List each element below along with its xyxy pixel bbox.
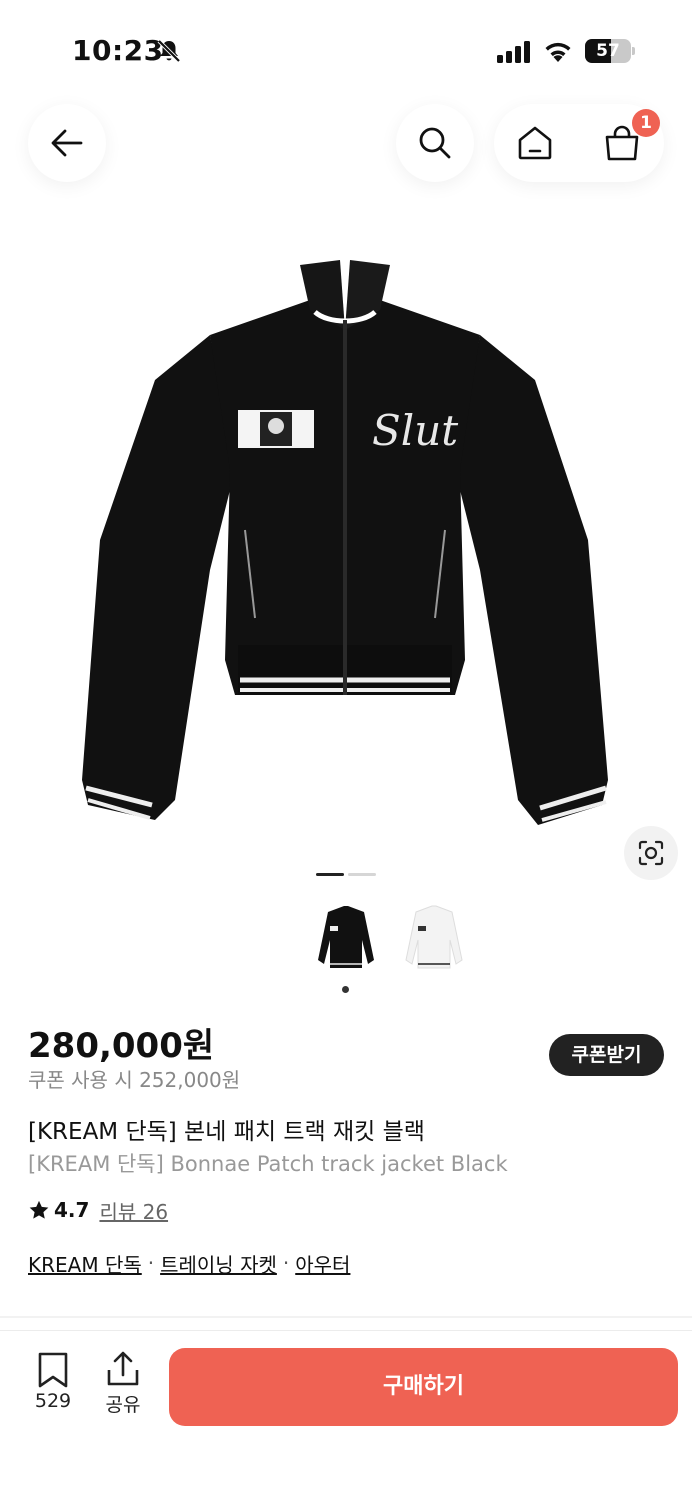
star-icon xyxy=(29,1200,49,1219)
divider xyxy=(0,1316,692,1318)
thumbnail-black[interactable] xyxy=(310,900,382,980)
battery-body: 57 xyxy=(585,39,631,63)
coupon-button[interactable]: 쿠폰받기 xyxy=(549,1034,664,1076)
rating-value: 4.7 xyxy=(54,1198,90,1222)
bookmark-icon[interactable] xyxy=(36,1352,70,1388)
page-indicator-active xyxy=(316,873,344,876)
search-icon xyxy=(419,127,451,159)
home-icon[interactable] xyxy=(516,124,554,162)
lens-button[interactable] xyxy=(624,826,678,880)
cart-count-badge: 1 xyxy=(632,109,660,137)
back-button[interactable] xyxy=(28,104,106,182)
signal-icon xyxy=(497,41,530,63)
category-separator: · xyxy=(147,1251,155,1275)
page-indicator-inactive xyxy=(348,873,376,876)
share-label: 공유 xyxy=(105,1394,141,1416)
product-image[interactable]: Slut xyxy=(60,240,630,850)
buy-button[interactable]: 구매하기 xyxy=(169,1348,678,1426)
search-button[interactable] xyxy=(396,104,474,182)
category-separator: · xyxy=(282,1251,290,1275)
cart-button[interactable]: 1 xyxy=(602,109,660,163)
rating-row: 4.7 리뷰 26 xyxy=(28,1196,168,1224)
product-price: 280,000원 xyxy=(28,1026,215,1066)
arrow-left-icon xyxy=(51,129,83,157)
product-title-en: [KREAM 단독] Bonnae Patch track jacket Bla… xyxy=(28,1152,508,1176)
bookmark-count: 529 xyxy=(34,1390,72,1412)
review-link[interactable]: 리뷰 26 xyxy=(99,1196,168,1225)
share-icon[interactable] xyxy=(104,1350,142,1388)
status-bar: 10:23 57 xyxy=(0,0,692,100)
battery-level: 57 xyxy=(596,41,620,61)
wifi-icon xyxy=(545,42,571,62)
category-outer[interactable]: 아우터 xyxy=(295,1249,350,1278)
patch-script-text: Slut xyxy=(372,406,458,455)
status-time: 10:23 xyxy=(72,34,164,67)
category-kream-exclusive[interactable]: KREAM 단독 xyxy=(28,1249,142,1278)
battery-icon: 57 xyxy=(585,39,635,63)
bell-slash-icon xyxy=(157,39,181,63)
thumbnail-white[interactable] xyxy=(398,900,470,980)
product-title-ko: [KREAM 단독] 본네 패치 트랙 재킷 블랙 xyxy=(28,1119,425,1145)
home-cart-group: 1 xyxy=(494,104,664,182)
coupon-price: 쿠폰 사용 시 252,000원 xyxy=(28,1068,241,1092)
battery-tip xyxy=(632,47,635,55)
thumbnail-selected-dot xyxy=(342,986,349,993)
category-training-jacket[interactable]: 트레이닝 자켓 xyxy=(160,1249,277,1278)
category-breadcrumb: KREAM 단독 · 트레이닝 자켓 · 아우터 xyxy=(28,1248,350,1278)
lens-scan-icon xyxy=(638,840,664,866)
